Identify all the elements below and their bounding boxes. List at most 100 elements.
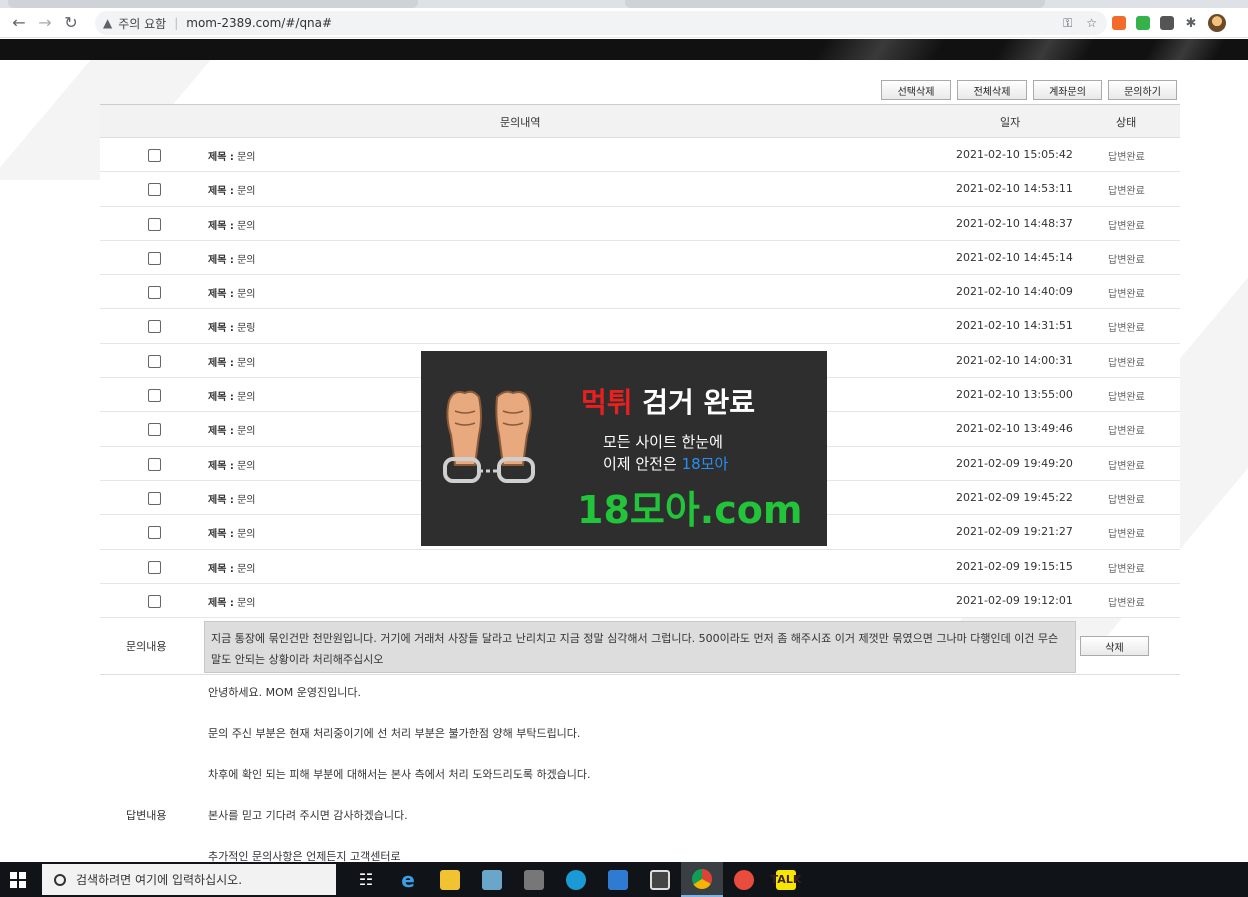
- row-title[interactable]: 제목 : 문의: [208, 491, 255, 506]
- ad-line2-brand: 18모아: [681, 455, 729, 473]
- row-checkbox[interactable]: [148, 389, 161, 403]
- table-row[interactable]: 제목 : 문의 2021-02-10 15:05:42 답변완료: [100, 138, 1180, 173]
- inquire-button[interactable]: 문의하기: [1108, 80, 1177, 100]
- bookmark-star-icon[interactable]: ☆: [1086, 16, 1097, 30]
- edge-icon[interactable]: [555, 862, 597, 897]
- table-row[interactable]: 제목 : 문의 2021-02-10 14:40:09 답변완료: [100, 275, 1180, 310]
- row-date: 2021-02-10 13:55:00: [956, 388, 1073, 402]
- row-title[interactable]: 제목 : 문의: [208, 285, 255, 300]
- row-title[interactable]: 제목 : 문의: [208, 525, 255, 540]
- banner-decoration: [813, 39, 947, 60]
- chrome-icon[interactable]: [681, 862, 723, 897]
- file-explorer-icon[interactable]: [429, 862, 471, 897]
- table-row[interactable]: 제목 : 문링 2021-02-10 14:31:51 답변완료: [100, 309, 1180, 344]
- puzzle-extensions-icon[interactable]: ✱: [1184, 16, 1198, 31]
- calculator-icon[interactable]: [513, 862, 555, 897]
- row-title[interactable]: 제목 : 문의: [208, 560, 255, 575]
- reload-icon[interactable]: ↻: [58, 10, 84, 36]
- row-checkbox[interactable]: [148, 594, 161, 608]
- row-title[interactable]: 제목 : 문의: [208, 182, 255, 197]
- row-title-text[interactable]: 문의: [237, 426, 255, 437]
- key-icon[interactable]: ⚿: [1063, 16, 1072, 31]
- inquiry-label: 문의내용: [126, 640, 167, 653]
- row-title-text[interactable]: 문의: [237, 152, 255, 163]
- profile-avatar[interactable]: [1208, 14, 1226, 32]
- row-title-text[interactable]: 문의: [237, 289, 255, 300]
- task-view-icon[interactable]: ☷: [345, 862, 387, 897]
- table-row[interactable]: 제목 : 문의 2021-02-09 19:15:15 답변완료: [100, 549, 1180, 584]
- windows-start-icon[interactable]: [10, 872, 26, 888]
- ad-headline-red: 먹튀: [581, 386, 633, 419]
- mail-icon[interactable]: [597, 862, 639, 897]
- row-title-label: 제목 :: [208, 186, 234, 198]
- row-title-text[interactable]: 문의: [237, 495, 255, 506]
- row-checkbox[interactable]: [148, 286, 161, 300]
- browser-tab[interactable]: [8, 0, 418, 8]
- account-inquiry-button[interactable]: 계좌문의: [1033, 80, 1102, 100]
- back-arrow-icon[interactable]: ←: [6, 10, 32, 36]
- select-delete-button[interactable]: 선택삭제: [881, 80, 951, 100]
- site-banner: [0, 39, 1248, 60]
- store-icon[interactable]: [639, 862, 681, 897]
- delete-all-button[interactable]: 전체삭제: [957, 80, 1027, 100]
- row-title-label: 제목 :: [208, 152, 234, 163]
- row-title-text[interactable]: 문의: [237, 564, 255, 575]
- row-checkbox[interactable]: [148, 457, 161, 471]
- row-checkbox[interactable]: [148, 149, 161, 162]
- table-row[interactable]: 제목 : 문의 2021-02-10 14:48:37 답변완료: [100, 206, 1180, 241]
- warning-triangle-icon[interactable]: ▲: [103, 16, 112, 30]
- header-content: 문의내역: [500, 116, 541, 129]
- kakaotalk-icon[interactable]: TALK: [765, 862, 807, 897]
- row-title-text[interactable]: 문의: [237, 598, 255, 609]
- row-title[interactable]: 제목 : 문의: [208, 388, 255, 403]
- ad-domain: 18모아.com: [577, 488, 803, 532]
- row-title-text[interactable]: 문의: [237, 358, 255, 369]
- row-checkbox[interactable]: [148, 423, 161, 437]
- row-title-text[interactable]: 문의: [237, 186, 255, 197]
- row-date: 2021-02-10 14:53:11: [956, 182, 1073, 196]
- row-title[interactable]: 제목 : 문의: [208, 354, 255, 369]
- row-title[interactable]: 제목 : 문의: [208, 148, 255, 163]
- table-row[interactable]: 제목 : 문의 2021-02-10 14:53:11 답변완료: [100, 172, 1180, 207]
- table-row[interactable]: 제목 : 문의 2021-02-10 14:45:14 답변완료: [100, 240, 1180, 276]
- extension-icon[interactable]: [1136, 16, 1150, 30]
- extension-icon[interactable]: [1160, 16, 1174, 30]
- address-bar[interactable]: ▲ 주의 요함 | mom-2389.com/#/qna# ⚿ ☆: [95, 11, 1107, 35]
- row-title[interactable]: 제목 : 문의: [208, 422, 255, 437]
- row-title-text[interactable]: 문의: [237, 392, 255, 403]
- row-title[interactable]: 제목 : 문의: [208, 594, 255, 609]
- row-checkbox[interactable]: [148, 491, 161, 505]
- row-title[interactable]: 제목 : 문의: [208, 457, 255, 472]
- row-title-text[interactable]: 문의: [237, 255, 255, 266]
- overlay-advertisement[interactable]: 먹튀 검거 완료 모든 사이트 한눈에 이제 안전은 18모아 18모아.com: [421, 351, 827, 546]
- row-title[interactable]: 제목 : 문의: [208, 251, 255, 266]
- ie-icon[interactable]: e: [387, 862, 429, 897]
- row-title-text[interactable]: 문의: [237, 529, 255, 540]
- row-checkbox[interactable]: [148, 217, 161, 231]
- row-checkbox[interactable]: [148, 251, 161, 265]
- row-checkbox[interactable]: [148, 183, 161, 197]
- row-checkbox[interactable]: [148, 320, 161, 334]
- forward-arrow-icon[interactable]: →: [32, 10, 58, 36]
- messenger-icon[interactable]: [723, 862, 765, 897]
- browser-tab[interactable]: [625, 0, 1045, 8]
- extension-icon[interactable]: [1112, 16, 1126, 30]
- row-date: 2021-02-09 19:21:27: [956, 525, 1073, 539]
- taskbar-search-box[interactable]: 검색하려면 여기에 입력하십시오.: [42, 864, 336, 895]
- row-title[interactable]: 제목 : 문링: [208, 319, 255, 334]
- row-checkbox[interactable]: [148, 354, 161, 368]
- row-title-text[interactable]: 문의: [237, 461, 255, 472]
- answer-line: 본사를 믿고 기다려 주시면 감사하겠습니다.: [208, 809, 408, 822]
- browser-tab-strip: [0, 0, 1248, 8]
- delete-button[interactable]: 삭제: [1080, 636, 1149, 656]
- table-row[interactable]: 제목 : 문의 2021-02-09 19:12:01 답변완료: [100, 583, 1180, 619]
- row-title[interactable]: 제목 : 문의: [208, 217, 255, 232]
- row-title-text[interactable]: 문링: [237, 323, 255, 334]
- omnibox-separator: |: [174, 16, 179, 30]
- row-checkbox[interactable]: [148, 526, 161, 540]
- security-warning-text[interactable]: 주의 요함: [118, 15, 166, 32]
- notes-icon[interactable]: [471, 862, 513, 897]
- row-title-text[interactable]: 문의: [237, 221, 255, 232]
- row-checkbox[interactable]: [148, 560, 161, 574]
- url-text[interactable]: mom-2389.com/#/qna#: [186, 16, 332, 30]
